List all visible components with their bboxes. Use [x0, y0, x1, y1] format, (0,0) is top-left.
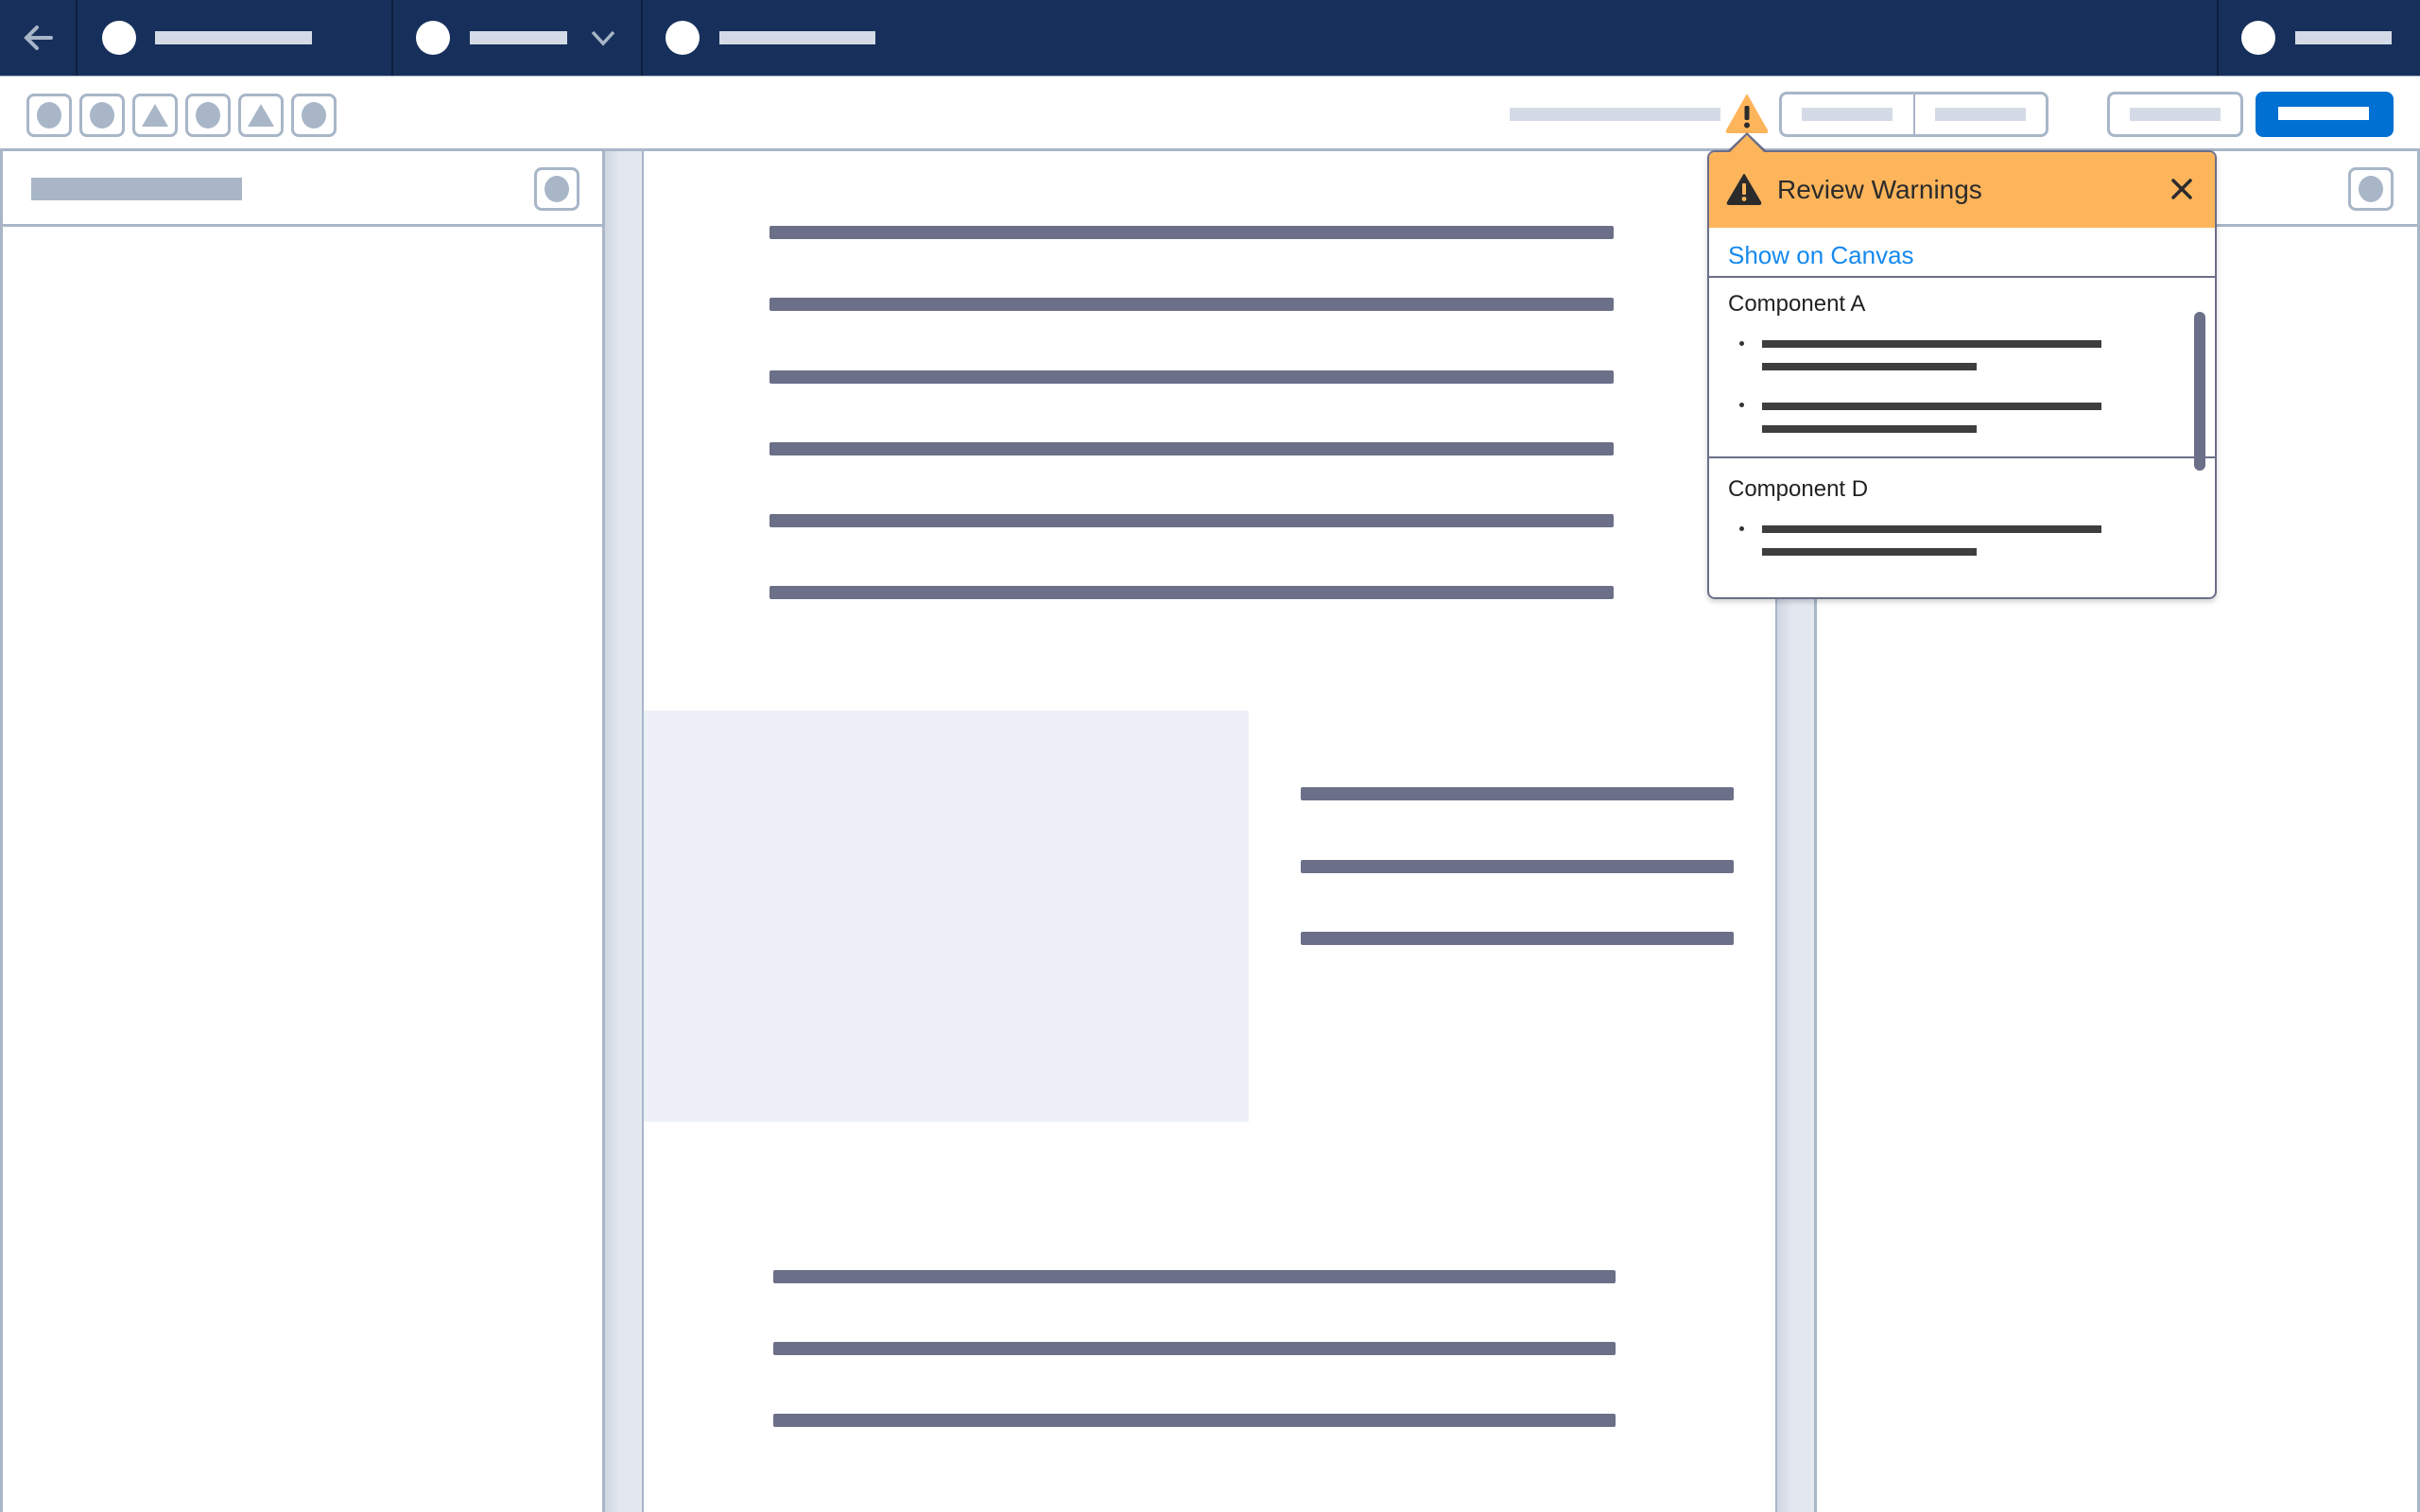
circle-icon: [302, 102, 326, 129]
warning-text: [1762, 363, 1977, 370]
bullet: [1739, 403, 1744, 407]
nav-tab-3[interactable]: [643, 0, 926, 76]
primary-button[interactable]: [2256, 92, 2394, 137]
text-line: [769, 226, 1614, 239]
triangle-icon: [248, 104, 274, 127]
circle-icon: [666, 21, 700, 55]
bullet: [1739, 526, 1744, 531]
text-line: [769, 370, 1614, 384]
warning-group-component-d: Component D: [1709, 458, 2215, 591]
back-button[interactable]: [0, 0, 76, 76]
warning-text: [1762, 525, 2101, 533]
nav-tab-1[interactable]: [78, 0, 391, 76]
component-name: Component D: [1728, 476, 1869, 502]
circle-icon: [196, 102, 220, 129]
circle-icon: [416, 21, 450, 55]
button-label: [2130, 108, 2221, 121]
warning-icon[interactable]: [1724, 93, 1770, 134]
circle-icon: [2241, 21, 2275, 55]
text-line: [773, 1270, 1616, 1283]
button-label: [1934, 108, 2026, 121]
popover-title: Review Warnings: [1777, 175, 1982, 204]
left-panel-action-button[interactable]: [534, 167, 579, 211]
toolbar: [0, 76, 2420, 151]
warning-text: [1762, 403, 2101, 410]
right-panel-action-button[interactable]: [2348, 167, 2394, 211]
text-line: [1301, 787, 1734, 800]
text-line: [769, 442, 1614, 455]
text-line: [773, 1414, 1616, 1427]
button-group: [1779, 92, 2048, 137]
text-line: [769, 514, 1614, 527]
user-menu[interactable]: [2219, 0, 2420, 76]
chevron-down-icon[interactable]: [590, 28, 616, 47]
nav-tab-label: [470, 31, 567, 44]
status-text: [1510, 108, 1720, 121]
group-button-2[interactable]: [1912, 94, 2047, 134]
tool-button-6[interactable]: [291, 94, 337, 137]
triangle-icon: [142, 104, 168, 127]
nav-tab-label: [155, 31, 312, 44]
tool-button-3[interactable]: [132, 94, 178, 137]
image-placeholder: [644, 711, 1249, 1122]
arrow-left-icon: [24, 26, 53, 50]
canvas[interactable]: [642, 151, 1777, 1512]
component-name: Component A: [1728, 291, 1866, 317]
tool-button-1[interactable]: [26, 94, 72, 137]
warning-icon: [1726, 174, 1762, 205]
canvas-gutter-left: [605, 151, 642, 1512]
user-menu-label: [2295, 31, 2392, 44]
warning-text: [1762, 425, 1977, 433]
global-nav: [0, 0, 2420, 76]
text-line: [773, 1342, 1616, 1355]
button-label: [2278, 107, 2369, 120]
button-label: [1802, 108, 1893, 121]
left-panel: [0, 151, 605, 1512]
close-icon[interactable]: [2168, 175, 2196, 203]
nav-tab-2[interactable]: [393, 0, 641, 76]
circle-icon: [102, 21, 136, 55]
left-panel-title: [31, 178, 242, 200]
scrollbar-thumb[interactable]: [2194, 312, 2205, 471]
review-warnings-popover: Review Warnings Show on Canvas Component…: [1707, 150, 2217, 599]
show-on-canvas-link[interactable]: Show on Canvas: [1728, 239, 1914, 271]
popover-nubbin-fill: [1729, 135, 1765, 153]
circle-icon: [37, 102, 61, 129]
text-line: [1301, 932, 1734, 945]
nav-tab-label: [719, 31, 875, 44]
popover-header: Review Warnings: [1709, 152, 2215, 228]
circle-icon: [2359, 176, 2383, 202]
tool-button-2[interactable]: [79, 94, 125, 137]
circle-icon: [90, 102, 114, 129]
circle-icon: [544, 176, 569, 202]
group-button-1[interactable]: [1782, 94, 1913, 134]
warning-group-component-a: Component A: [1709, 279, 2215, 455]
text-line: [769, 298, 1614, 311]
text-line: [1301, 860, 1734, 873]
warning-text: [1762, 340, 2101, 348]
divider: [1709, 276, 2215, 278]
tool-button-5[interactable]: [238, 94, 284, 137]
warning-text: [1762, 548, 1977, 556]
bullet: [1739, 341, 1744, 346]
tool-button-4[interactable]: [185, 94, 231, 137]
left-panel-header: [3, 151, 602, 227]
secondary-button[interactable]: [2107, 92, 2243, 137]
text-line: [769, 586, 1614, 599]
